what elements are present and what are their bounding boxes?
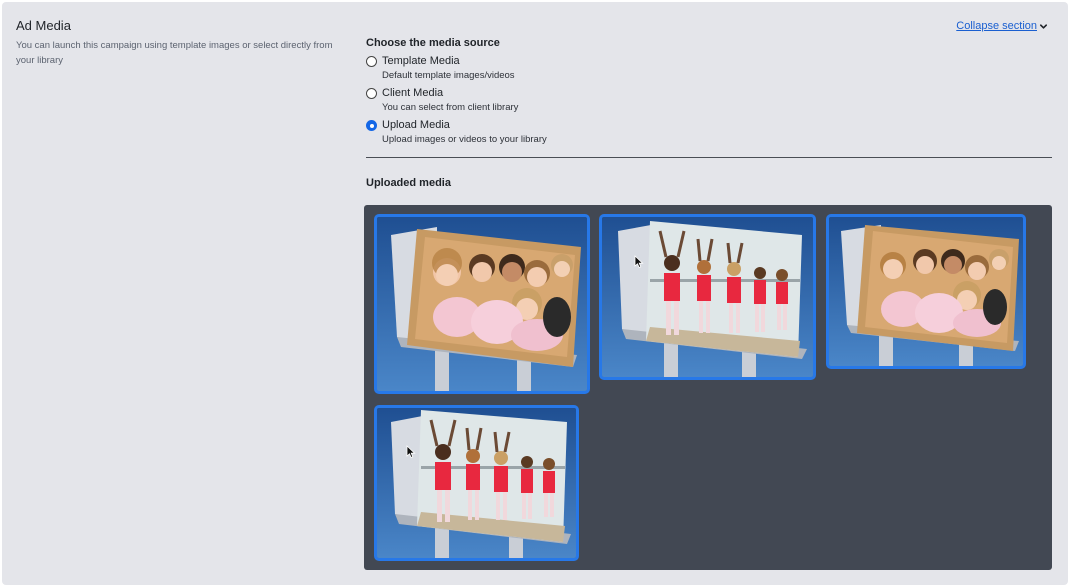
option-template-media[interactable]: Template Media Default template images/v…	[366, 54, 1052, 86]
option-description: You can select from client library	[382, 102, 519, 113]
billboard-girls-image	[829, 217, 1023, 366]
billboard-girls-image	[377, 217, 587, 391]
option-label: Client Media	[382, 87, 444, 99]
option-label: Template Media	[382, 55, 460, 67]
template-media-radio[interactable]	[366, 56, 377, 67]
section-description: You can launch this campaign using templ…	[16, 40, 333, 66]
option-label: Upload Media	[382, 119, 450, 131]
collapse-section-link[interactable]: Collapse section	[956, 20, 1048, 32]
section-title: Ad Media	[16, 18, 71, 33]
option-upload-media[interactable]: Upload Media Upload images or videos to …	[366, 118, 1052, 150]
media-thumbnail[interactable]	[374, 214, 590, 394]
billboard-ballet-image	[377, 408, 576, 558]
media-thumbnail[interactable]	[599, 214, 816, 380]
uploaded-media-heading: Uploaded media	[366, 177, 451, 189]
option-description: Default template images/videos	[382, 70, 515, 81]
section-info: Ad Media You can launch this campaign us…	[16, 18, 351, 68]
option-client-media[interactable]: Client Media You can select from client …	[366, 86, 1052, 118]
media-thumbnail[interactable]	[374, 405, 579, 561]
section-divider	[366, 157, 1052, 158]
upload-media-radio[interactable]	[366, 120, 377, 131]
chevron-down-icon	[1039, 23, 1048, 29]
option-description: Upload images or videos to your library	[382, 134, 547, 145]
media-thumbnail[interactable]	[826, 214, 1026, 369]
collapse-section-label: Collapse section	[956, 20, 1037, 32]
client-media-radio[interactable]	[366, 88, 377, 99]
mouse-cursor-icon	[406, 445, 416, 459]
media-source-heading: Choose the media source	[366, 37, 500, 49]
media-source-options: Template Media Default template images/v…	[366, 54, 1052, 150]
uploaded-media-grid	[364, 205, 1052, 570]
mouse-cursor-icon	[634, 255, 644, 269]
media-source-area: Choose the media source Template Media D…	[366, 36, 1052, 189]
billboard-ballet-image	[602, 217, 813, 377]
